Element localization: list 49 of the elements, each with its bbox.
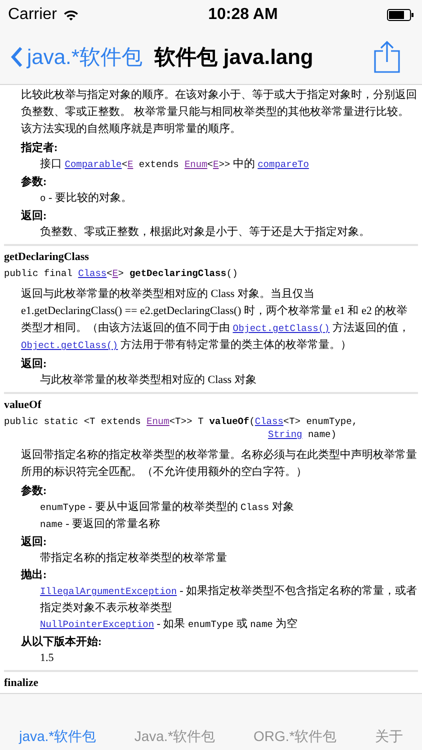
method-heading: valueOf: [4, 399, 42, 411]
back-chevron-icon[interactable]: [10, 46, 23, 68]
field-label: 指定者:: [21, 141, 59, 156]
tab[interactable]: java.*软件包: [15, 726, 100, 748]
link[interactable]: Class: [254, 416, 284, 427]
link[interactable]: Enum: [184, 159, 208, 170]
link[interactable]: E: [127, 159, 134, 170]
field-value: o - 要比较的对象。: [39, 191, 133, 206]
field-value: 带指定名称的指定枚举类型的枚举常量: [39, 550, 228, 566]
page-title: 软件包 java.lang: [154, 45, 314, 71]
field-value: enumType - 要从中返回常量的枚举类型的 Class 对象: [39, 500, 295, 515]
field-value: name - 要返回的常量名称: [39, 517, 161, 532]
link[interactable]: String: [268, 429, 302, 440]
wifi-icon: [62, 9, 79, 21]
field-label: 从以下版本开始:: [21, 635, 103, 650]
field-value: 1.5: [39, 651, 55, 666]
link[interactable]: Comparable: [64, 159, 122, 170]
field-value: IllegalArgumentException - 如果指定枚举类型不包含指定名称的常量，或者指定类对象不表示枚举类型: [39, 584, 418, 616]
link[interactable]: Object.getClass(): [21, 340, 118, 351]
link[interactable]: E: [213, 159, 219, 170]
description-text: 返回与此枚举常量的枚举类型相对应的 Class 对象。当且仅当 e1.getDeclaringClass() == e2.getDeclaringClass() 时，两个枚举常量 e1 和 e2 的枚举类型才相同。（由该方法返回的值不同于由 Object.getClass() 方法返回的值， Object.getClass() 方法用于带有特定常量的类主体的枚举常量。）: [20, 286, 410, 353]
field-label: 返回:: [21, 209, 48, 224]
description-text: 比较此枚举与指定对象的顺序。在该对象小于、等于或大于指定对象时，分别返回负整数、零或正整数。 枚举常量只能与相同枚举类型的其他枚举常量进行比较。该方法实现的自然顺序就是声明常量的顺序。: [20, 88, 418, 137]
link[interactable]: Object.getClass(): [232, 323, 330, 334]
share-icon[interactable]: [374, 41, 400, 73]
link[interactable]: E: [112, 268, 118, 279]
battery-icon: [386, 9, 414, 21]
field-label: 参数:: [21, 175, 48, 190]
field-value: NullPointerException - 如果 enumType 或 name 为空: [39, 616, 299, 632]
field-label: 返回:: [21, 357, 48, 372]
back-button[interactable]: java.*软件包: [10, 43, 143, 71]
field-value: 负整数、零或正整数，根据此对象是小于、等于还是大于指定对象。: [39, 224, 371, 240]
method-signature: public static <T extends Enum<T>> T valueOf(Class<T> enumType, String name): [4, 416, 359, 442]
description-text: 返回带指定名称的指定枚举类型的枚举常量。名称必须与在此类型中声明枚举常量所用的标识符完全匹配。（不允许使用额外的空白字符。）: [20, 448, 418, 480]
link[interactable]: compareTo: [258, 159, 309, 170]
field-value: 与此枚举常量的枚举类型相对应的 Class 对象: [39, 372, 258, 388]
field-label: 抛出:: [21, 568, 48, 583]
status-time: 10:28 AM: [208, 6, 278, 24]
field-label: 返回:: [21, 535, 48, 550]
carrier-name: Carrier: [8, 6, 57, 24]
link[interactable]: Class: [78, 268, 107, 279]
link[interactable]: IllegalArgumentException: [40, 586, 177, 597]
link[interactable]: NullPointerException: [40, 619, 154, 630]
method-signature: public final Class<E> getDeclaringClass(): [4, 268, 239, 281]
field-label: 参数:: [21, 484, 48, 499]
method-heading: finalize: [4, 677, 40, 689]
link[interactable]: Enum: [146, 416, 170, 427]
method-heading: getDeclaringClass: [4, 251, 90, 263]
field-value: 接口 Comparable<E extends Enum<E>> 中的 compareTo: [39, 156, 310, 172]
